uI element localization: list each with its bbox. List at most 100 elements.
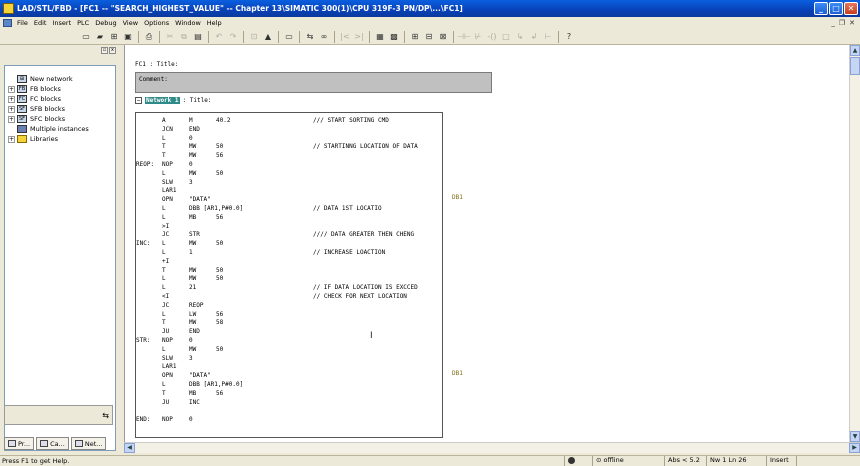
- tab-program-elements[interactable]: Pr...: [4, 437, 35, 450]
- new-file-icon[interactable]: ▭: [80, 31, 92, 43]
- tree-item-sfc-blocks[interactable]: + SF SFC blocks: [5, 114, 115, 124]
- paste-icon[interactable]: ▤: [192, 31, 204, 43]
- code-line[interactable]: END: NOP 0: [136, 415, 442, 424]
- scroll-down-icon[interactable]: ▼: [850, 431, 860, 442]
- network-title[interactable]: : Title:: [183, 97, 212, 104]
- insert-network-icon[interactable]: ⊟: [423, 31, 435, 43]
- first-network-icon[interactable]: |<: [339, 31, 351, 43]
- glasses-icon[interactable]: ∞: [318, 31, 330, 43]
- element-info-icon[interactable]: ⇆: [102, 411, 109, 420]
- stl-code-area[interactable]: A M 40.2/// START SORTING CMD JCN END L 0 T MW 50…: [135, 112, 443, 438]
- panel-close-icon[interactable]: x: [109, 47, 116, 54]
- expand-icon[interactable]: +: [8, 115, 15, 123]
- horizontal-scrollbar[interactable]: ◀ ▶: [124, 442, 860, 453]
- doc-minimize-button[interactable]: _: [831, 19, 835, 27]
- box-icon[interactable]: □: [500, 31, 512, 43]
- menu-plc[interactable]: PLC: [74, 19, 92, 27]
- network-icon[interactable]: ⊞: [108, 31, 120, 43]
- code-line[interactable]: JC REOP: [136, 301, 442, 310]
- collapse-icon[interactable]: −: [135, 97, 142, 104]
- code-line[interactable]: A M 40.2 /// START SORTING CMD: [136, 116, 442, 125]
- code-line[interactable]: JC STR //// DATA GREATER THEN CHENG: [136, 230, 442, 239]
- save-icon[interactable]: ▣: [122, 31, 134, 43]
- menu-help[interactable]: Help: [204, 19, 225, 27]
- help-pointer-icon[interactable]: ?: [563, 31, 575, 43]
- online-icon[interactable]: ⇆: [304, 31, 316, 43]
- contact-nc-icon[interactable]: ⊬: [472, 31, 484, 43]
- copy-icon[interactable]: ⧉: [178, 31, 190, 43]
- menu-file[interactable]: File: [14, 19, 31, 27]
- code-line[interactable]: [136, 406, 442, 415]
- code-line[interactable]: JU END: [136, 327, 442, 336]
- code-line[interactable]: T MW 50: [136, 266, 442, 275]
- menu-window[interactable]: Window: [172, 19, 204, 27]
- tree-item-new-network[interactable]: ⊞ New network: [5, 74, 115, 84]
- doc-close-button[interactable]: ✕: [849, 19, 855, 27]
- expand-icon[interactable]: +: [8, 85, 15, 93]
- print-icon[interactable]: ⎙: [143, 31, 155, 43]
- code-line[interactable]: LAR1: [136, 362, 442, 371]
- display-icon[interactable]: ⊠: [437, 31, 449, 43]
- tree-item-sfb-blocks[interactable]: + SF SFB blocks: [5, 104, 115, 114]
- open-folder-icon[interactable]: ▰: [94, 31, 106, 43]
- code-line[interactable]: L MW 50: [136, 169, 442, 178]
- connection-icon[interactable]: ⊢: [542, 31, 554, 43]
- code-line[interactable]: JU INC: [136, 398, 442, 407]
- code-line[interactable]: SLW 3: [136, 178, 442, 187]
- branch-open-icon[interactable]: ↳: [514, 31, 526, 43]
- code-line[interactable]: REOP: NOP 0: [136, 160, 442, 169]
- block-title[interactable]: FC1 : Title:: [135, 61, 178, 68]
- coil-icon[interactable]: -(): [486, 31, 498, 43]
- menu-edit[interactable]: Edit: [31, 19, 50, 27]
- document-icon[interactable]: [3, 19, 12, 27]
- overview-icon[interactable]: ▦: [374, 31, 386, 43]
- code-line[interactable]: >I: [136, 222, 442, 231]
- stl-editor[interactable]: FC1 : Title: Comment: − Network 1 : Titl…: [124, 45, 849, 442]
- tree-item-fc-blocks[interactable]: + FC FC blocks: [5, 94, 115, 104]
- cut-icon[interactable]: ✂: [164, 31, 176, 43]
- expand-icon[interactable]: +: [8, 95, 15, 103]
- code-line[interactable]: STR: NOP 0: [136, 336, 442, 345]
- scroll-up-icon[interactable]: ▲: [850, 45, 860, 56]
- tree-item-libraries[interactable]: + Libraries: [5, 134, 115, 144]
- new-network-icon[interactable]: ⊞: [409, 31, 421, 43]
- code-line[interactable]: JCN END: [136, 125, 442, 134]
- scroll-right-icon[interactable]: ▶: [849, 443, 860, 453]
- code-line[interactable]: L MW 50: [136, 345, 442, 354]
- undo-icon[interactable]: ↶: [213, 31, 225, 43]
- code-line[interactable]: L DBB [AR1,P#0.0]: [136, 380, 442, 389]
- tree-item-fb-blocks[interactable]: + FB FB blocks: [5, 84, 115, 94]
- menu-view[interactable]: View: [120, 19, 141, 27]
- minimize-button[interactable]: _: [814, 2, 828, 15]
- expand-icon[interactable]: +: [8, 105, 15, 113]
- monitor-icon[interactable]: ▭: [283, 31, 295, 43]
- tree-item-multiple-instances[interactable]: Multiple instances: [5, 124, 115, 134]
- menu-options[interactable]: Options: [141, 19, 172, 27]
- doc-restore-button[interactable]: ❐: [839, 19, 845, 27]
- code-line[interactable]: L DBB [AR1,P#0.0] // DATA 1ST LOCATIO: [136, 204, 442, 213]
- maximize-button[interactable]: □: [829, 2, 843, 15]
- network-label[interactable]: Network 1: [145, 97, 180, 104]
- block-comment[interactable]: Comment:: [135, 72, 492, 93]
- code-line[interactable]: <I // CHECK FOR NEXT LOCATION: [136, 292, 442, 301]
- code-line[interactable]: L 21 // IF DATA LOCATION IS EXCCED: [136, 283, 442, 292]
- details-icon[interactable]: ▩: [388, 31, 400, 43]
- network-header[interactable]: − Network 1 : Title:: [135, 97, 211, 104]
- code-line[interactable]: SLW 3: [136, 354, 442, 363]
- code-line[interactable]: LAR1: [136, 186, 442, 195]
- code-line[interactable]: T MW 56: [136, 151, 442, 160]
- accessible-nodes-icon[interactable]: ⊡: [248, 31, 260, 43]
- contact-no-icon[interactable]: ⊣⊢: [457, 31, 471, 43]
- scroll-thumb[interactable]: [850, 57, 860, 75]
- download-icon[interactable]: ▲: [262, 31, 274, 43]
- code-line[interactable]: OPN "DATA": [136, 195, 442, 204]
- code-line[interactable]: +I: [136, 257, 442, 266]
- code-line[interactable]: L LW 56: [136, 310, 442, 319]
- code-line[interactable]: L 1 // INCREASE LOACTION: [136, 248, 442, 257]
- redo-icon[interactable]: ↷: [227, 31, 239, 43]
- tab-network[interactable]: Net...: [70, 437, 107, 450]
- code-line[interactable]: L MB 56: [136, 213, 442, 222]
- vertical-scrollbar[interactable]: ▲ ▼: [849, 45, 860, 442]
- code-line[interactable]: L MW 50: [136, 274, 442, 283]
- code-line[interactable]: L0: [136, 134, 442, 143]
